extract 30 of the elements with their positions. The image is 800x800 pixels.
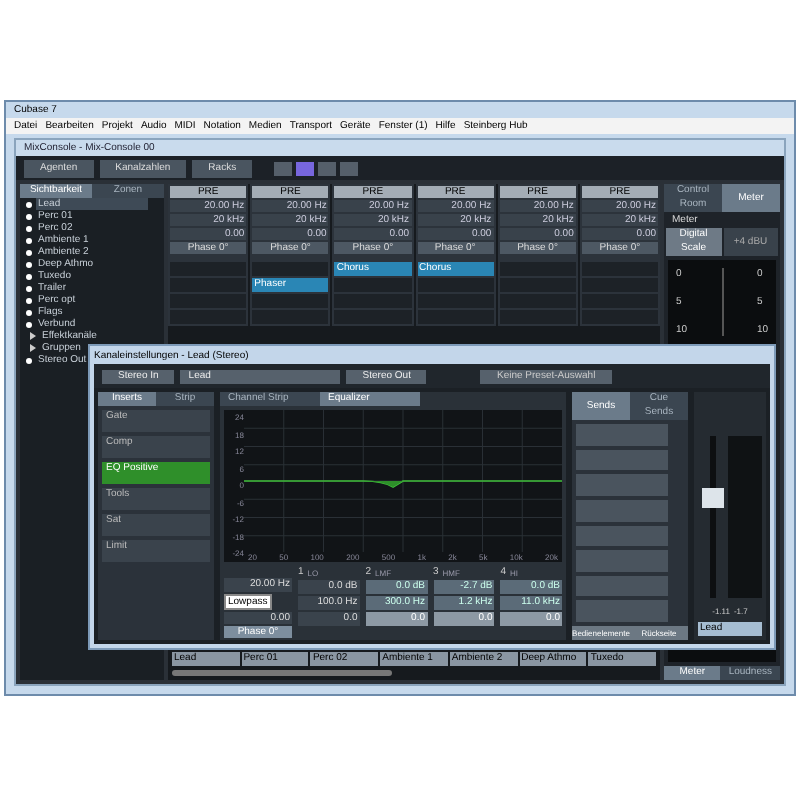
insert-slot[interactable] xyxy=(334,278,412,292)
insert-slot[interactable] xyxy=(499,262,576,276)
insert-slot[interactable] xyxy=(170,310,247,324)
insert-slot[interactable] xyxy=(417,310,494,324)
fader-handle[interactable] xyxy=(702,487,724,508)
insert-slot[interactable] xyxy=(581,310,659,324)
insert-slot[interactable] xyxy=(417,294,494,308)
send-slot[interactable] xyxy=(576,424,668,446)
send-slot[interactable] xyxy=(576,474,668,496)
insert-slot[interactable] xyxy=(581,294,659,308)
insert-slot[interactable] xyxy=(581,262,659,276)
insert-slot[interactable] xyxy=(499,278,576,292)
insert-slot[interactable] xyxy=(334,294,412,308)
insert-slot[interactable] xyxy=(170,278,247,292)
insert-slot[interactable] xyxy=(252,262,329,276)
send-slot[interactable] xyxy=(576,575,668,597)
send-slot[interactable] xyxy=(576,600,668,622)
insert-slot[interactable] xyxy=(581,278,659,292)
insert-slot[interactable] xyxy=(417,278,494,292)
send-slot[interactable] xyxy=(576,499,668,521)
insert-slot[interactable] xyxy=(499,294,576,308)
send-slot[interactable] xyxy=(576,449,668,471)
send-slot[interactable] xyxy=(576,550,668,572)
insert-slot[interactable] xyxy=(334,310,412,324)
insert-slot[interactable] xyxy=(170,294,247,308)
insert-slot[interactable] xyxy=(252,310,329,324)
insert-slot[interactable] xyxy=(170,262,247,276)
insert-slot[interactable] xyxy=(499,310,576,324)
insert-slot[interactable] xyxy=(252,294,329,308)
send-slot[interactable] xyxy=(576,525,668,547)
